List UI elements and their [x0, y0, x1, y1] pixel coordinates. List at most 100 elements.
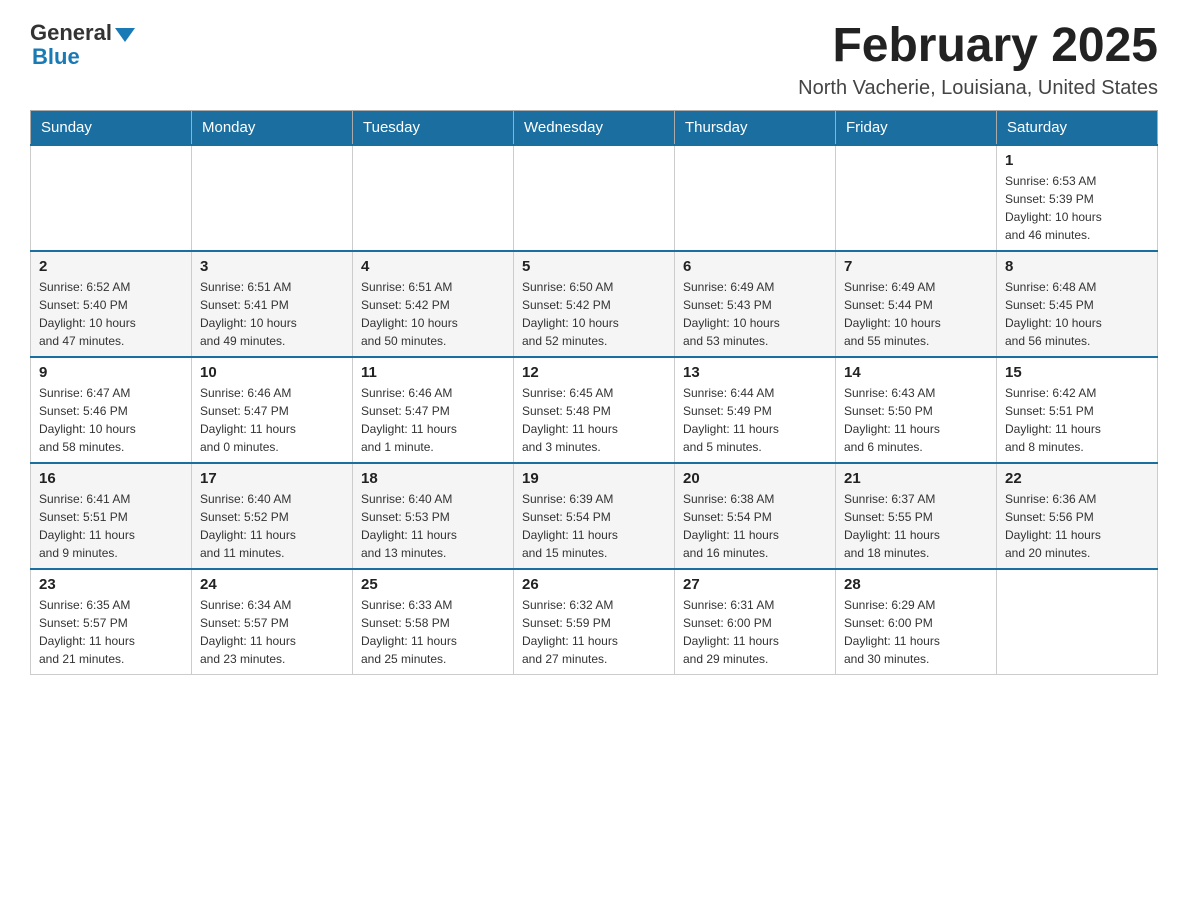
day-number: 28 — [844, 576, 988, 593]
day-info: Sunrise: 6:49 AM Sunset: 5:43 PM Dayligh… — [683, 278, 827, 350]
logo-general-text: General — [30, 20, 112, 46]
table-row: 13Sunrise: 6:44 AM Sunset: 5:49 PM Dayli… — [675, 357, 836, 463]
day-info: Sunrise: 6:51 AM Sunset: 5:42 PM Dayligh… — [361, 278, 505, 350]
day-info: Sunrise: 6:43 AM Sunset: 5:50 PM Dayligh… — [844, 384, 988, 456]
day-info: Sunrise: 6:38 AM Sunset: 5:54 PM Dayligh… — [683, 490, 827, 562]
day-info: Sunrise: 6:45 AM Sunset: 5:48 PM Dayligh… — [522, 384, 666, 456]
col-friday: Friday — [836, 110, 997, 145]
day-number: 15 — [1005, 364, 1149, 381]
day-info: Sunrise: 6:29 AM Sunset: 6:00 PM Dayligh… — [844, 596, 988, 668]
day-number: 25 — [361, 576, 505, 593]
table-row: 8 Sunrise: 6:48 AM Sunset: 5:45 PM Daylig… — [997, 251, 1158, 357]
day-info: Sunrise: 6:53 AM Sunset: 5:39 PM Dayligh… — [1005, 172, 1149, 244]
day-info: Sunrise: 6:39 AM Sunset: 5:54 PM Dayligh… — [522, 490, 666, 562]
day-number: 26 — [522, 576, 666, 593]
table-row: 12 Sunrise: 6:45 AM Sunset: 5:48 PM Dayli… — [514, 357, 675, 463]
day-number: 13 — [683, 364, 827, 381]
table-row: 6 Sunrise: 6:49 AM Sunset: 5:43 PM Daylig… — [675, 251, 836, 357]
day-info: Sunrise: 6:42 AM Sunset: 5:51 PM Dayligh… — [1005, 384, 1149, 456]
table-row — [514, 145, 675, 251]
day-number: 9 — [39, 364, 183, 381]
col-monday: Monday — [192, 110, 353, 145]
logo-blue-text: Blue — [32, 44, 80, 70]
table-row: 20 Sunrise: 6:38 AM Sunset: 5:54 PM Dayli… — [675, 463, 836, 569]
day-number: 12 — [522, 364, 666, 381]
day-number: 2 — [39, 258, 183, 275]
day-info: Sunrise: 6:49 AM Sunset: 5:44 PM Dayligh… — [844, 278, 988, 350]
day-number: 20 — [683, 470, 827, 487]
table-row — [353, 145, 514, 251]
day-info: Sunrise: 6:32 AM Sunset: 5:59 PM Dayligh… — [522, 596, 666, 668]
col-thursday: Thursday — [675, 110, 836, 145]
table-row: 25 Sunrise: 6:33 AM Sunset: 5:58 PM Dayli… — [353, 569, 514, 675]
day-number: 7 — [844, 258, 988, 275]
calendar-week-row: 16Sunrise: 6:41 AM Sunset: 5:51 PM Dayli… — [31, 463, 1158, 569]
day-number: 24 — [200, 576, 344, 593]
table-row: 7 Sunrise: 6:49 AM Sunset: 5:44 PM Daylig… — [836, 251, 997, 357]
calendar-week-row: 2 Sunrise: 6:52 AM Sunset: 5:40 PM Daylig… — [31, 251, 1158, 357]
day-number: 1 — [1005, 152, 1149, 169]
day-info: Sunrise: 6:40 AM Sunset: 5:53 PM Dayligh… — [361, 490, 505, 562]
day-number: 4 — [361, 258, 505, 275]
day-number: 3 — [200, 258, 344, 275]
table-row: 21 Sunrise: 6:37 AM Sunset: 5:55 PM Dayli… — [836, 463, 997, 569]
day-info: Sunrise: 6:35 AM Sunset: 5:57 PM Dayligh… — [39, 596, 183, 668]
day-number: 23 — [39, 576, 183, 593]
table-row: 19Sunrise: 6:39 AM Sunset: 5:54 PM Dayli… — [514, 463, 675, 569]
day-number: 21 — [844, 470, 988, 487]
day-info: Sunrise: 6:52 AM Sunset: 5:40 PM Dayligh… — [39, 278, 183, 350]
col-wednesday: Wednesday — [514, 110, 675, 145]
table-row: 2 Sunrise: 6:52 AM Sunset: 5:40 PM Daylig… — [31, 251, 192, 357]
table-row: 28 Sunrise: 6:29 AM Sunset: 6:00 PM Dayli… — [836, 569, 997, 675]
table-row: 23 Sunrise: 6:35 AM Sunset: 5:57 PM Dayli… — [31, 569, 192, 675]
calendar-week-row: 9 Sunrise: 6:47 AM Sunset: 5:46 PM Daylig… — [31, 357, 1158, 463]
col-sunday: Sunday — [31, 110, 192, 145]
day-number: 14 — [844, 364, 988, 381]
calendar-week-row: 23 Sunrise: 6:35 AM Sunset: 5:57 PM Dayli… — [31, 569, 1158, 675]
day-info: Sunrise: 6:34 AM Sunset: 5:57 PM Dayligh… — [200, 596, 344, 668]
day-number: 11 — [361, 364, 505, 381]
day-number: 6 — [683, 258, 827, 275]
day-info: Sunrise: 6:46 AM Sunset: 5:47 PM Dayligh… — [361, 384, 505, 456]
calendar-table: Sunday Monday Tuesday Wednesday Thursday… — [30, 110, 1158, 675]
table-row — [836, 145, 997, 251]
day-info: Sunrise: 6:41 AM Sunset: 5:51 PM Dayligh… — [39, 490, 183, 562]
table-row: 24 Sunrise: 6:34 AM Sunset: 5:57 PM Dayli… — [192, 569, 353, 675]
table-row — [31, 145, 192, 251]
day-number: 10 — [200, 364, 344, 381]
table-row: 1 Sunrise: 6:53 AM Sunset: 5:39 PM Daylig… — [997, 145, 1158, 251]
table-row: 27 Sunrise: 6:31 AM Sunset: 6:00 PM Dayli… — [675, 569, 836, 675]
day-info: Sunrise: 6:50 AM Sunset: 5:42 PM Dayligh… — [522, 278, 666, 350]
day-number: 18 — [361, 470, 505, 487]
table-row: 22 Sunrise: 6:36 AM Sunset: 5:56 PM Dayli… — [997, 463, 1158, 569]
day-number: 5 — [522, 258, 666, 275]
day-info: Sunrise: 6:33 AM Sunset: 5:58 PM Dayligh… — [361, 596, 505, 668]
day-info: Sunrise: 6:47 AM Sunset: 5:46 PM Dayligh… — [39, 384, 183, 456]
day-info: Sunrise: 6:37 AM Sunset: 5:55 PM Dayligh… — [844, 490, 988, 562]
logo-arrow-icon — [115, 28, 135, 42]
table-row — [675, 145, 836, 251]
calendar-header-row: Sunday Monday Tuesday Wednesday Thursday… — [31, 110, 1158, 145]
day-number: 27 — [683, 576, 827, 593]
table-row: 10 Sunrise: 6:46 AM Sunset: 5:47 PM Dayli… — [192, 357, 353, 463]
table-row: 4 Sunrise: 6:51 AM Sunset: 5:42 PM Daylig… — [353, 251, 514, 357]
day-info: Sunrise: 6:48 AM Sunset: 5:45 PM Dayligh… — [1005, 278, 1149, 350]
table-row: 16Sunrise: 6:41 AM Sunset: 5:51 PM Dayli… — [31, 463, 192, 569]
day-number: 8 — [1005, 258, 1149, 275]
day-info: Sunrise: 6:31 AM Sunset: 6:00 PM Dayligh… — [683, 596, 827, 668]
day-info: Sunrise: 6:51 AM Sunset: 5:41 PM Dayligh… — [200, 278, 344, 350]
calendar-week-row: 1 Sunrise: 6:53 AM Sunset: 5:39 PM Daylig… — [31, 145, 1158, 251]
day-number: 22 — [1005, 470, 1149, 487]
col-tuesday: Tuesday — [353, 110, 514, 145]
title-section: February 2025 North Vacherie, Louisiana,… — [798, 20, 1158, 100]
col-saturday: Saturday — [997, 110, 1158, 145]
day-number: 17 — [200, 470, 344, 487]
day-info: Sunrise: 6:46 AM Sunset: 5:47 PM Dayligh… — [200, 384, 344, 456]
page-header: General Blue February 2025 North Vacheri… — [30, 20, 1158, 100]
day-info: Sunrise: 6:36 AM Sunset: 5:56 PM Dayligh… — [1005, 490, 1149, 562]
table-row: 5 Sunrise: 6:50 AM Sunset: 5:42 PM Daylig… — [514, 251, 675, 357]
table-row: 11 Sunrise: 6:46 AM Sunset: 5:47 PM Dayli… — [353, 357, 514, 463]
table-row — [997, 569, 1158, 675]
month-title: February 2025 — [798, 20, 1158, 73]
table-row: 3 Sunrise: 6:51 AM Sunset: 5:41 PM Daylig… — [192, 251, 353, 357]
